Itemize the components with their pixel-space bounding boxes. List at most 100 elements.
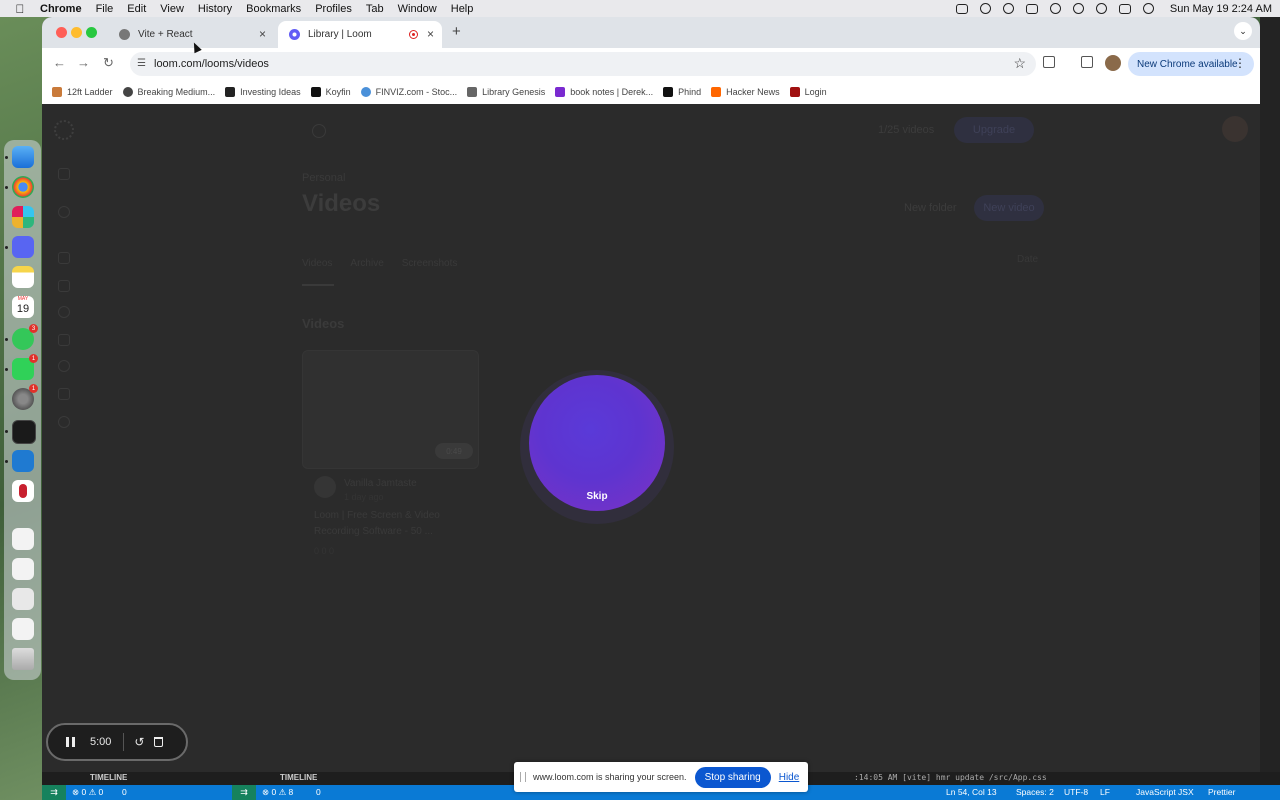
play-status-icon[interactable] <box>1002 3 1014 14</box>
restart-icon[interactable]: ↺ <box>134 735 144 749</box>
cursor-position[interactable]: Ln 54, Col 13 <box>946 787 997 797</box>
menu-file[interactable]: File <box>96 3 114 15</box>
tab-archive[interactable]: Archive <box>350 258 383 269</box>
bookmark-phind[interactable]: Phind <box>663 86 701 97</box>
language-mode[interactable]: JavaScript JSX <box>1136 787 1194 797</box>
indentation-setting[interactable]: Spaces: 2 <box>1016 787 1054 797</box>
new-chrome-available-button[interactable]: New Chrome available ⋮ <box>1128 52 1254 76</box>
new-tab-plus-icon[interactable]: + <box>452 23 461 40</box>
recent-window-thumb-4[interactable] <box>12 618 34 640</box>
sidebar-bookmark-icon[interactable] <box>58 334 70 346</box>
tab-library-loom[interactable]: Library | Loom × <box>278 21 442 48</box>
kebab-menu-icon[interactable]: ⋮ <box>1234 56 1246 70</box>
tab-search-chevron-icon[interactable]: ⌄ <box>1234 22 1252 40</box>
ports-count-a[interactable]: 0 <box>122 787 127 797</box>
close-tab-icon[interactable]: × <box>259 27 266 41</box>
bookmark-book-notes[interactable]: book notes | Derek... <box>555 86 653 97</box>
drag-handle-icon[interactable] <box>520 772 526 782</box>
battery-icon[interactable] <box>1025 3 1038 14</box>
hide-banner-link[interactable]: Hide <box>779 772 800 783</box>
sidebar-library-icon[interactable] <box>58 280 70 292</box>
menu-history[interactable]: History <box>198 3 232 15</box>
calendar-icon[interactable]: MAY 19 <box>12 296 34 318</box>
recent-window-thumb-3[interactable] <box>12 588 34 610</box>
timeline-section-left[interactable]: TIMELINE <box>90 773 127 782</box>
glasses-icon[interactable] <box>955 3 968 14</box>
sidebar-notifications-icon[interactable] <box>58 306 70 318</box>
new-folder-button[interactable]: New folder <box>904 202 957 214</box>
messages-icon[interactable]: 3 <box>12 324 38 350</box>
trash-icon[interactable] <box>12 648 34 670</box>
close-tab-icon[interactable]: × <box>427 27 434 41</box>
forward-arrow-icon[interactable]: → <box>77 55 90 70</box>
siri-icon[interactable] <box>1142 3 1154 14</box>
side-panel-icon[interactable] <box>1081 56 1093 68</box>
wifi-icon[interactable] <box>1049 3 1061 14</box>
terminal-icon[interactable] <box>12 420 36 444</box>
system-settings-icon[interactable]: 1 <box>12 384 38 410</box>
timeline-section-right[interactable]: TIMELINE <box>280 773 317 782</box>
upgrade-button[interactable]: Upgrade <box>954 117 1034 143</box>
reload-icon[interactable]: ↻ <box>103 55 114 71</box>
bookmark-finviz[interactable]: FINVIZ.com - Stoc... <box>360 86 457 97</box>
acrobat-icon[interactable] <box>12 480 34 502</box>
trash-icon[interactable] <box>154 737 164 747</box>
problems-count-b[interactable]: ⊗ 0 ⚠ 8 <box>262 787 293 798</box>
new-video-button[interactable]: New video <box>974 195 1044 221</box>
loom-search-icon[interactable] <box>312 124 326 138</box>
facetime-icon[interactable]: 1 <box>12 354 38 380</box>
bookmark-12ft-ladder[interactable]: 12ft Ladder <box>52 86 113 97</box>
video-title[interactable]: Loom | Free Screen & Video Recording Sof… <box>314 508 464 540</box>
control-center-icon[interactable] <box>1118 3 1131 14</box>
menu-view[interactable]: View <box>160 3 184 15</box>
sidebar-settings-icon[interactable] <box>58 416 70 428</box>
video-card-thumbnail[interactable]: 0:49 <box>302 350 479 469</box>
url-text[interactable]: loom.com/looms/videos <box>154 58 269 70</box>
menu-tab[interactable]: Tab <box>366 3 384 15</box>
search-icon[interactable] <box>1095 3 1107 14</box>
address-bar[interactable]: ☰ loom.com/looms/videos ☆ <box>130 52 1036 76</box>
minimize-window-icon[interactable] <box>71 27 82 38</box>
bookmark-hacker-news[interactable]: Hacker News <box>711 86 780 97</box>
sidebar-history-icon[interactable] <box>58 360 70 372</box>
pause-icon[interactable] <box>66 737 76 747</box>
back-arrow-icon[interactable]: ← <box>53 55 66 70</box>
zoom-window-icon[interactable] <box>86 27 97 38</box>
stop-sharing-button[interactable]: Stop sharing <box>694 766 771 788</box>
menu-app-name[interactable]: Chrome <box>40 3 82 15</box>
tab-videos[interactable]: Videos <box>302 258 332 269</box>
skip-countdown-button[interactable]: Skip <box>529 491 665 502</box>
bookmark-investing-ideas[interactable]: Investing Ideas <box>225 86 301 97</box>
recent-window-thumb-2[interactable] <box>12 558 34 580</box>
chrome-icon[interactable] <box>12 176 34 198</box>
sidebar-collapse-icon[interactable] <box>58 168 70 180</box>
problems-count-a[interactable]: ⊗ 0 ⚠ 0 <box>72 787 103 798</box>
sidebar-archive-icon[interactable] <box>58 388 70 400</box>
prettier-status[interactable]: Prettier <box>1208 787 1235 797</box>
discord-icon[interactable] <box>12 236 34 258</box>
bookmark-star-icon[interactable]: ☆ <box>1013 55 1026 72</box>
bookmark-koyfin[interactable]: Koyfin <box>310 86 351 97</box>
menu-profiles[interactable]: Profiles <box>315 3 352 15</box>
sidebar-home-icon[interactable] <box>58 252 70 264</box>
vscode-icon[interactable] <box>12 450 34 472</box>
profile-avatar-icon[interactable] <box>1105 55 1121 71</box>
menu-clock[interactable]: Sun May 19 2:24 AM <box>1170 3 1272 15</box>
close-window-icon[interactable] <box>56 27 67 38</box>
bookmark-login[interactable]: Login <box>789 86 827 97</box>
menu-help[interactable]: Help <box>451 3 474 15</box>
ports-count-b[interactable]: 0 <box>316 787 321 797</box>
bookmark-library-genesis[interactable]: Library Genesis <box>467 86 545 97</box>
recent-window-thumb-1[interactable] <box>12 528 34 550</box>
breadcrumb[interactable]: Personal <box>302 172 345 184</box>
file-encoding[interactable]: UTF-8 <box>1064 787 1088 797</box>
user-status-icon[interactable] <box>1072 3 1084 14</box>
slack-icon[interactable] <box>12 206 34 228</box>
menu-bookmarks[interactable]: Bookmarks <box>246 3 301 15</box>
extensions-icon[interactable] <box>1043 56 1055 68</box>
notes-icon[interactable] <box>12 266 34 288</box>
remote-indicator-icon[interactable]: ⇉ <box>42 785 66 800</box>
loom-logo-icon[interactable] <box>54 120 74 140</box>
line-endings[interactable]: LF <box>1100 787 1110 797</box>
finder-icon[interactable] <box>12 146 34 168</box>
